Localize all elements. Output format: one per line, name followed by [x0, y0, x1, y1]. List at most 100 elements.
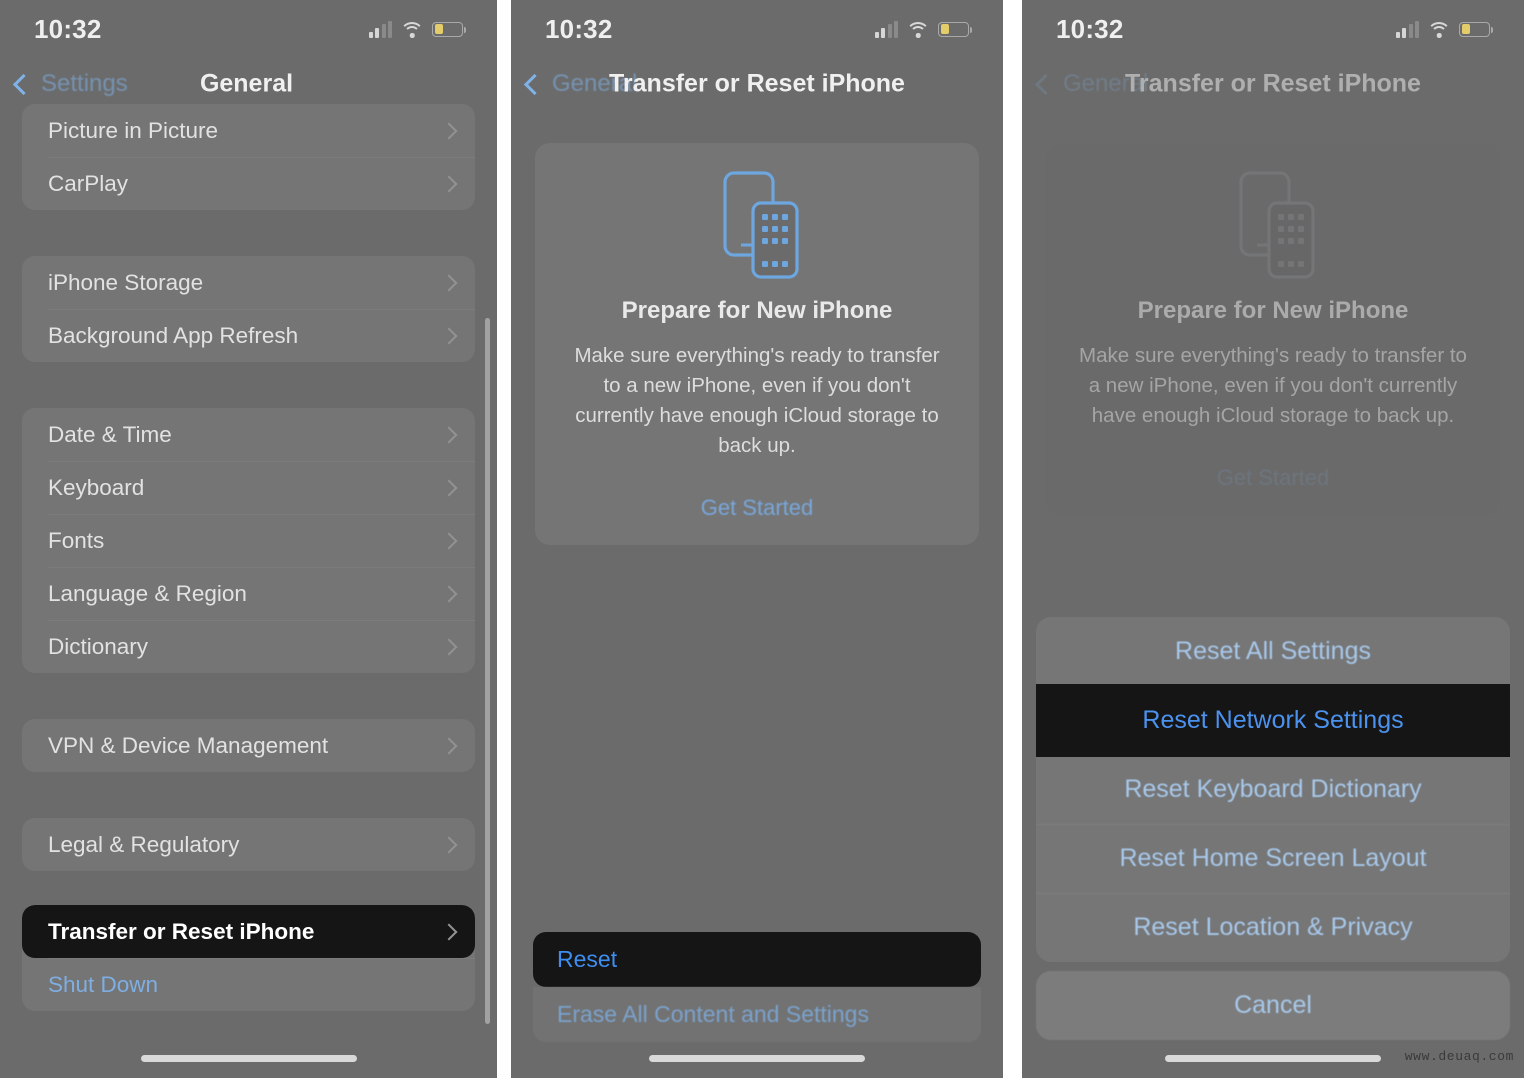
settings-group-legal: Legal & Regulatory [22, 818, 475, 871]
card-title: Prepare for New iPhone [621, 297, 893, 324]
settings-row-shut-down[interactable]: Shut Down [22, 958, 475, 1011]
settings-row-fonts[interactable]: Fonts [22, 514, 475, 567]
battery-low-icon [1459, 21, 1494, 37]
row-label: Language & Region [48, 580, 247, 606]
chevron-right-icon [440, 585, 458, 602]
row-label: Shut Down [48, 971, 159, 997]
settings-row-vpn-device-management[interactable]: VPN & Device Management [22, 719, 475, 772]
home-indicator[interactable] [649, 1055, 865, 1062]
action-reset-all-settings[interactable]: Reset All Settings [1036, 617, 1510, 686]
settings-group-transfer-reset: Transfer or Reset iPhone Shut Down [22, 905, 475, 1011]
status-bar: 10:32 [1022, 0, 1524, 58]
battery-low-icon [432, 21, 467, 37]
status-bar: 10:32 [0, 0, 497, 58]
wifi-icon [400, 21, 424, 38]
settings-row-keyboard[interactable]: Keyboard [22, 461, 475, 514]
action-reset-home-screen-layout[interactable]: Reset Home Screen Layout [1036, 824, 1510, 893]
battery-low-icon [938, 21, 973, 37]
chevron-right-icon [440, 274, 458, 291]
chevron-right-icon [440, 923, 458, 940]
erase-all-content-and-settings-button[interactable]: Erase All Content and Settings [533, 987, 981, 1042]
wifi-icon [1427, 21, 1451, 38]
page-title: Transfer or Reset iPhone [1125, 69, 1421, 98]
reset-action-sheet: Reset All Settings Reset Network Setting… [1036, 617, 1510, 1040]
settings-row-date-time[interactable]: Date & Time [22, 408, 475, 461]
status-bar-clock: 10:32 [34, 13, 102, 44]
navigation-bar: General Transfer or Reset iPhone [1022, 58, 1524, 110]
status-bar-clock: 10:32 [1056, 13, 1124, 44]
row-label: Background App Refresh [48, 322, 299, 348]
settings-group-localization: Date & Time Keyboard Fonts Language & Re… [22, 408, 475, 673]
action-reset-keyboard-dictionary[interactable]: Reset Keyboard Dictionary [1036, 755, 1510, 824]
settings-group-storage: iPhone Storage Background App Refresh [22, 256, 475, 362]
page-title: Transfer or Reset iPhone [609, 69, 905, 98]
prepare-for-new-iphone-card: Prepare for New iPhone Make sure everyth… [535, 143, 979, 545]
panel-divider [497, 0, 511, 1078]
two-iphones-icon [1068, 169, 1478, 281]
prepare-for-new-iphone-card: Prepare for New iPhone Make sure everyth… [1046, 143, 1500, 515]
settings-scroll-area[interactable]: Picture in Picture CarPlay iPhone Storag… [0, 104, 497, 1078]
wifi-icon [906, 21, 930, 38]
chevron-right-icon [440, 327, 458, 344]
status-bar-icons [1395, 20, 1494, 38]
chevron-right-icon [440, 737, 458, 754]
row-label: iPhone Storage [48, 269, 204, 295]
chevron-right-icon [440, 638, 458, 655]
settings-row-iphone-storage[interactable]: iPhone Storage [22, 256, 475, 309]
row-label: Picture in Picture [48, 117, 219, 143]
watermark: www.deuaq.com [1404, 1049, 1514, 1064]
card-body: Make sure everything's ready to transfer… [1079, 344, 1467, 427]
action-reset-network-settings[interactable]: Reset Network Settings [1036, 686, 1510, 755]
chevron-right-icon [440, 479, 458, 496]
phone-screen-transfer-reset: 10:32 General Transfer or Reset iPhone P… [511, 0, 1003, 1078]
chevron-right-icon [440, 175, 458, 192]
chevron-right-icon [440, 426, 458, 443]
row-label: VPN & Device Management [48, 732, 329, 758]
chevron-right-icon [440, 532, 458, 549]
cellular-signal-icon [874, 20, 898, 38]
settings-row-legal-regulatory[interactable]: Legal & Regulatory [22, 818, 475, 871]
vertical-scrollbar[interactable] [485, 318, 490, 1024]
settings-group-media: Picture in Picture CarPlay [22, 104, 475, 210]
page-title: General [199, 69, 294, 98]
status-bar-icons [368, 20, 467, 38]
cellular-signal-icon [368, 20, 392, 38]
card-body: Make sure everything's ready to transfer… [574, 344, 940, 457]
row-label: Transfer or Reset iPhone [48, 918, 315, 944]
row-label: Date & Time [48, 421, 172, 447]
navigation-bar: General Transfer or Reset iPhone [511, 58, 1003, 110]
settings-group-vpn: VPN & Device Management [22, 719, 475, 772]
action-reset-location-privacy[interactable]: Reset Location & Privacy [1036, 893, 1510, 962]
status-bar-clock: 10:32 [545, 13, 613, 44]
settings-row-dictionary[interactable]: Dictionary [22, 620, 475, 673]
settings-row-picture-in-picture[interactable]: Picture in Picture [22, 104, 475, 157]
settings-row-carplay[interactable]: CarPlay [22, 157, 475, 210]
status-bar-icons [874, 20, 973, 38]
reset-button[interactable]: Reset [533, 932, 981, 987]
row-label: Legal & Regulatory [48, 831, 240, 857]
settings-row-transfer-or-reset-iphone[interactable]: Transfer or Reset iPhone [22, 905, 475, 958]
card-title: Prepare for New iPhone [1137, 297, 1409, 324]
row-label: Dictionary [48, 633, 149, 659]
panel-divider [1003, 0, 1022, 1078]
cancel-button[interactable]: Cancel [1036, 971, 1510, 1040]
two-iphones-icon [557, 169, 957, 281]
row-label: CarPlay [48, 170, 129, 196]
settings-row-language-region[interactable]: Language & Region [22, 567, 475, 620]
settings-row-background-app-refresh[interactable]: Background App Refresh [22, 309, 475, 362]
get-started-button: Get Started [1216, 465, 1330, 490]
action-sheet-options: Reset All Settings Reset Network Setting… [1036, 617, 1510, 962]
get-started-button[interactable]: Get Started [557, 495, 957, 521]
cellular-signal-icon [1395, 20, 1419, 38]
phone-screen-reset-action-sheet: 10:32 General Transfer or Reset iPhone P… [1022, 0, 1524, 1078]
navigation-bar: Settings General [0, 58, 497, 110]
home-indicator[interactable] [140, 1055, 357, 1062]
three-panel-screenshot: 10:32 Settings General Picture in Pictur… [0, 0, 1524, 1078]
reset-actions-group: Reset Erase All Content and Settings [533, 932, 981, 1042]
home-indicator[interactable] [1165, 1055, 1381, 1062]
